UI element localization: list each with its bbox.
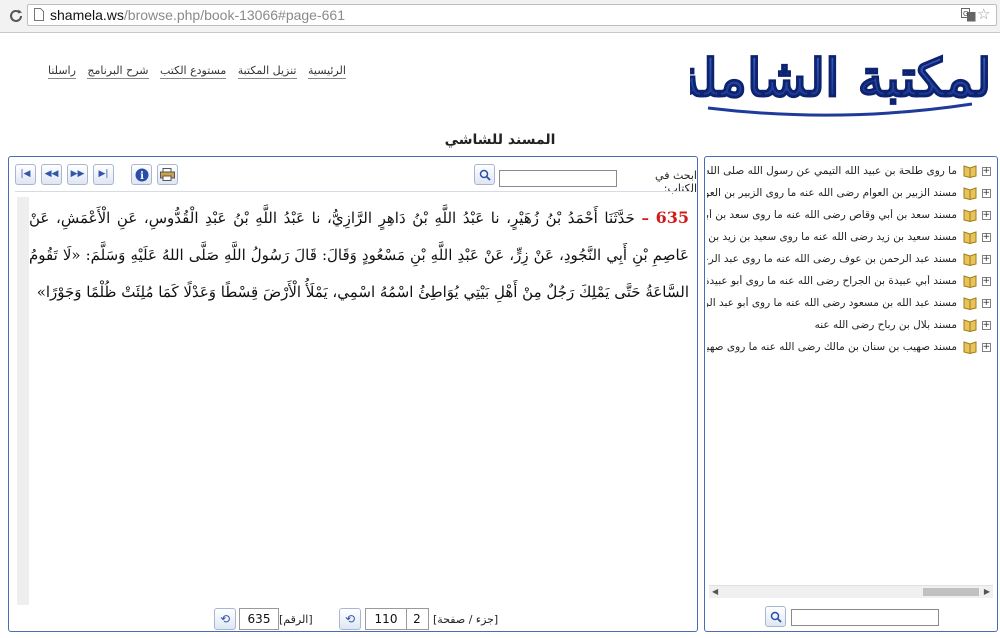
toc-item-label: مسند عبد الله بن مسعود رضى الله عنه ما ر… bbox=[707, 297, 957, 309]
toc-item-label: مسند سعيد بن زيد رضى الله عنه ما روى سعي… bbox=[707, 231, 957, 243]
url-path: /browse.php/book-13066#page-661 bbox=[123, 7, 345, 23]
toc-item[interactable]: + مسند عبد الرحمن بن عوف رضى الله عنه ما… bbox=[705, 249, 997, 271]
expand-icon[interactable]: + bbox=[982, 299, 991, 308]
previous-page-button[interactable]: ◀◀ bbox=[41, 164, 62, 185]
toc-item-label: مسند أبي عبيدة بن الجراح رضى الله عنه ما… bbox=[707, 275, 957, 287]
book-search-input[interactable] bbox=[499, 170, 617, 187]
hadith-dash: – bbox=[641, 209, 649, 227]
address-bar[interactable]: shamela.ws/browse.php/book-13066#page-66… bbox=[27, 4, 997, 26]
toc-item-label: مسند سعد بن أبي وقاص رضى الله عنه ما روى… bbox=[707, 209, 957, 221]
part-page-label: [جزء / صفحة] bbox=[433, 613, 499, 626]
previous-page-icon: ◀◀ bbox=[44, 169, 59, 179]
refresh-icon: ⟲ bbox=[344, 612, 356, 626]
go-to-number-button[interactable]: ⟲ bbox=[214, 608, 236, 630]
expand-icon[interactable]: + bbox=[982, 321, 991, 330]
content-scrollbar[interactable] bbox=[17, 197, 29, 605]
toc-item-label: مسند عبد الرحمن بن عوف رضى الله عنه ما ر… bbox=[707, 253, 957, 265]
top-navigation: الرئيسية تنزيل المكتبة مستودع الكتب شرح … bbox=[40, 64, 346, 79]
toc-search-button[interactable] bbox=[765, 606, 786, 627]
translate-icon[interactable]: G bbox=[961, 8, 976, 22]
page-input[interactable]: 110 bbox=[365, 608, 407, 630]
expand-icon[interactable]: + bbox=[982, 211, 991, 220]
table-of-contents-panel: + ما روى طلحة بن عبيد الله التيمي عن رسو… bbox=[704, 156, 998, 632]
expand-icon[interactable]: + bbox=[982, 343, 991, 352]
logo-text: المكتبة الشاملة bbox=[690, 48, 990, 109]
url-text: shamela.ws/browse.php/book-13066#page-66… bbox=[50, 7, 345, 23]
info-icon: i bbox=[135, 168, 148, 182]
first-page-button[interactable]: |◀ bbox=[15, 164, 36, 185]
part-input[interactable]: 2 bbox=[405, 608, 429, 630]
reload-icon[interactable] bbox=[6, 6, 26, 26]
print-button[interactable] bbox=[157, 164, 178, 185]
nav-download[interactable]: تنزيل المكتبة bbox=[237, 64, 297, 79]
book-search-button[interactable] bbox=[474, 164, 495, 185]
book-icon bbox=[963, 341, 977, 354]
first-page-icon: |◀ bbox=[20, 169, 31, 179]
toc-item[interactable]: + مسند سعد بن أبي وقاص رضى الله عنه ما ر… bbox=[705, 205, 997, 227]
next-page-button[interactable]: ▶▶ bbox=[67, 164, 88, 185]
url-host: shamela.ws bbox=[50, 7, 124, 23]
scroll-thumb[interactable] bbox=[923, 588, 979, 596]
browser-toolbar: shamela.ws/browse.php/book-13066#page-66… bbox=[0, 0, 1000, 33]
toc-item-label: مسند صهيب بن سنان بن مالك رضى الله عنه م… bbox=[707, 341, 957, 353]
toc-item[interactable]: + مسند أبي عبيدة بن الجراح رضى الله عنه … bbox=[705, 271, 997, 293]
toc-item-label: ما روى طلحة بن عبيد الله التيمي عن رسول … bbox=[707, 165, 957, 177]
refresh-icon: ⟲ bbox=[219, 612, 231, 626]
printer-icon bbox=[160, 168, 175, 181]
toc-item[interactable]: + مسند صهيب بن سنان بن مالك رضى الله عنه… bbox=[705, 337, 997, 359]
number-input[interactable]: 635 bbox=[239, 608, 279, 630]
nav-book-repository[interactable]: مستودع الكتب bbox=[160, 64, 227, 79]
toc-horizontal-scrollbar[interactable]: ◀ ▶ bbox=[709, 585, 993, 598]
hadith-text: 635 – حَدَّثَنَا أَحْمَدُ بْنُ زُهَيْرٍ،… bbox=[29, 199, 689, 604]
number-label: [الرقم] bbox=[279, 613, 313, 626]
page-icon bbox=[34, 8, 44, 21]
expand-icon[interactable]: + bbox=[982, 189, 991, 198]
nav-program-guide[interactable]: شرح البرنامج bbox=[87, 64, 149, 79]
book-icon bbox=[963, 275, 977, 288]
svg-text:i: i bbox=[140, 171, 144, 182]
nav-contact[interactable]: راسلنا bbox=[48, 64, 76, 79]
site-logo[interactable]: المكتبة الشاملة bbox=[690, 34, 990, 124]
search-icon bbox=[770, 611, 782, 623]
scroll-right-icon[interactable]: ▶ bbox=[984, 586, 990, 598]
toc-item-label: مسند الزبير بن العوام رضى الله عنه ما رو… bbox=[707, 187, 957, 199]
expand-icon[interactable]: + bbox=[982, 167, 991, 176]
toc-item[interactable]: + ما روى طلحة بن عبيد الله التيمي عن رسو… bbox=[705, 161, 997, 183]
toc-tree: + ما روى طلحة بن عبيد الله التيمي عن رسو… bbox=[705, 161, 997, 359]
toc-item[interactable]: + مسند الزبير بن العوام رضى الله عنه ما … bbox=[705, 183, 997, 205]
book-icon bbox=[963, 165, 977, 178]
next-page-icon: ▶▶ bbox=[70, 169, 85, 179]
last-page-icon: ▶| bbox=[98, 169, 109, 179]
search-icon bbox=[479, 169, 491, 181]
expand-icon[interactable]: + bbox=[982, 277, 991, 286]
book-icon bbox=[963, 231, 977, 244]
book-icon bbox=[963, 253, 977, 266]
last-page-button[interactable]: ▶| bbox=[93, 164, 114, 185]
book-icon bbox=[963, 209, 977, 222]
bookmark-star-icon[interactable]: ☆ bbox=[977, 6, 993, 22]
toc-item[interactable]: + مسند سعيد بن زيد رضى الله عنه ما روى س… bbox=[705, 227, 997, 249]
book-icon bbox=[963, 319, 977, 332]
scroll-left-icon[interactable]: ◀ bbox=[712, 586, 718, 598]
expand-icon[interactable]: + bbox=[982, 255, 991, 264]
toc-search-input[interactable] bbox=[791, 609, 939, 626]
info-button[interactable]: i bbox=[131, 164, 152, 185]
toc-item[interactable]: + مسند عبد الله بن مسعود رضى الله عنه ما… bbox=[705, 293, 997, 315]
svg-text:G: G bbox=[963, 10, 968, 18]
hadith-number: 635 bbox=[655, 208, 689, 227]
go-to-page-button[interactable]: ⟲ bbox=[339, 608, 361, 630]
toc-item-label: مسند بلال بن رباح رضى الله عنه bbox=[814, 319, 957, 331]
toc-item[interactable]: + مسند بلال بن رباح رضى الله عنه bbox=[705, 315, 997, 337]
book-title: المسند للشاشي bbox=[444, 132, 556, 148]
book-icon bbox=[963, 187, 977, 200]
book-icon bbox=[963, 297, 977, 310]
nav-home[interactable]: الرئيسية bbox=[308, 64, 346, 79]
toolbar-divider bbox=[15, 191, 691, 192]
reader-panel: |◀ ◀◀ ▶▶ ▶| i ابحث في الكتاب: 635 – حَدَ… bbox=[8, 156, 698, 632]
expand-icon[interactable]: + bbox=[982, 233, 991, 242]
hadith-body: حَدَّثَنَا أَحْمَدُ بْنُ زُهَيْرٍ، نا عَ… bbox=[29, 209, 689, 301]
